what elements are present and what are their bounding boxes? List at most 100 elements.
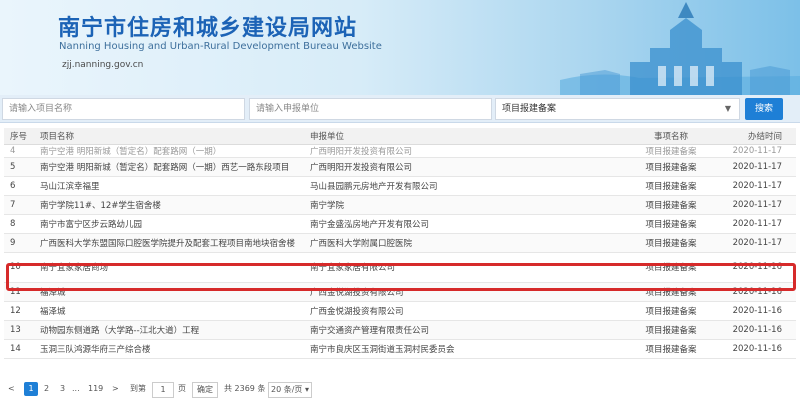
chevron-down-icon: ▼ xyxy=(724,104,731,113)
row-index: 8 xyxy=(4,214,36,234)
row-project-link[interactable]: 南宁学院11#、12#学生宿舍楼 xyxy=(36,195,306,215)
row-item-type: 项目报建备案 xyxy=(628,282,714,302)
row-item-type: 项目报建备案 xyxy=(628,233,714,253)
row-item-type: 项目报建备案 xyxy=(628,195,714,215)
declaring-unit-input[interactable]: 请输入申报单位 xyxy=(249,98,492,120)
landmark-building-illustration xyxy=(560,2,800,95)
row-unit: 广西明阳开发投资有限公司 xyxy=(306,157,628,177)
results-table: 序号 项目名称 申报单位 事项名称 办结时间 4 南宁空港 明阳新城（暂定名）配… xyxy=(4,128,796,359)
row-project-link[interactable]: 福泽城 xyxy=(36,282,306,302)
row-project-link[interactable]: 玉洞三队鸿源华府三产综合楼 xyxy=(36,339,306,359)
total-count: 共 2369 条 xyxy=(224,384,266,393)
row-date: 2020-11-17 xyxy=(714,144,796,158)
row-date: 2020-11-16 xyxy=(714,301,796,321)
prev-page-button[interactable]: < xyxy=(8,382,15,396)
item-type-select[interactable]: 项目报建备案 ▼ xyxy=(495,98,740,120)
page-button-1[interactable]: 1 xyxy=(24,382,38,396)
row-date: 2020-11-16 xyxy=(714,252,796,283)
row-unit: 南宁学院 xyxy=(306,195,628,215)
table-row[interactable]: 9 广西医科大学东盟国际口腔医学院提升及配套工程项目南地块宿舍楼 广西医科大学附… xyxy=(4,233,796,253)
row-project-link[interactable]: 南宁市富宁区步云路幼儿园 xyxy=(36,214,306,234)
page-button-last[interactable]: 119 xyxy=(88,382,103,396)
table-row[interactable]: 11 福泽城 广西金悦湖投资有限公司 项目报建备案 2020-11-16 xyxy=(4,282,796,302)
row-project-link[interactable]: 福泽城 xyxy=(36,301,306,321)
table-row[interactable]: 6 马山江滨幸福里 马山县园鹏元房地产开发有限公司 项目报建备案 2020-11… xyxy=(4,176,796,196)
row-unit: 南宁金盛泓房地产开发有限公司 xyxy=(306,214,628,234)
row-unit: 南宁宜家家居有限公司 xyxy=(306,252,628,283)
column-header-date: 办结时间 xyxy=(714,128,796,145)
row-index: 4 xyxy=(4,144,36,158)
row-index: 7 xyxy=(4,195,36,215)
row-project-link[interactable]: 南宁宜家家居商场 xyxy=(36,252,306,283)
column-header-project: 项目名称 xyxy=(36,128,306,145)
goto-label: 到第 xyxy=(130,384,146,393)
table-row[interactable]: 5 南宁空港 明阳新城（暂定名）配套路网（一期）西艺一路东段项目 广西明阳开发投… xyxy=(4,157,796,177)
next-page-button[interactable]: > xyxy=(112,382,119,396)
row-date: 2020-11-17 xyxy=(714,176,796,196)
row-date: 2020-11-16 xyxy=(714,339,796,359)
row-unit: 广西金悦湖投资有限公司 xyxy=(306,301,628,321)
table-row[interactable]: 8 南宁市富宁区步云路幼儿园 南宁金盛泓房地产开发有限公司 项目报建备案 202… xyxy=(4,214,796,234)
table-header-row: 序号 项目名称 申报单位 事项名称 办结时间 xyxy=(4,128,796,145)
row-unit: 马山县园鹏元房地产开发有限公司 xyxy=(306,176,628,196)
site-header-banner: 南宁市住房和城乡建设局网站 Nanning Housing and Urban-… xyxy=(0,0,800,95)
page-unit-label: 页 xyxy=(178,384,186,393)
item-type-selected-value: 项目报建备案 xyxy=(502,104,557,114)
row-item-type: 项目报建备案 xyxy=(628,214,714,234)
search-button[interactable]: 搜索 xyxy=(745,98,783,120)
row-index: 6 xyxy=(4,176,36,196)
row-index: 5 xyxy=(4,157,36,177)
row-item-type: 项目报建备案 xyxy=(628,301,714,321)
row-date: 2020-11-16 xyxy=(714,282,796,302)
table-row[interactable]: 14 玉洞三队鸿源华府三产综合楼 南宁市良庆区玉洞街道玉洞村民委员会 项目报建备… xyxy=(4,339,796,359)
table-row[interactable]: 12 福泽城 广西金悦湖投资有限公司 项目报建备案 2020-11-16 xyxy=(4,301,796,321)
row-date: 2020-11-17 xyxy=(714,157,796,177)
row-item-type: 项目报建备案 xyxy=(628,176,714,196)
row-unit: 广西医科大学附属口腔医院 xyxy=(306,233,628,253)
row-index: 9 xyxy=(4,233,36,253)
row-item-type: 项目报建备案 xyxy=(628,320,714,340)
row-unit: 南宁交通资产管理有限责任公司 xyxy=(306,320,628,340)
goto-page-input[interactable]: 1 xyxy=(152,382,174,398)
pagination: < 1 2 3 ... 119 > 到第 1 页 确定 共 2369 条 20 … xyxy=(0,380,800,398)
site-domain: zjj.nanning.gov.cn xyxy=(62,60,144,70)
row-index: 11 xyxy=(4,282,36,302)
column-header-item: 事项名称 xyxy=(628,128,714,145)
page-size-value: 20 条/页 xyxy=(271,385,303,394)
row-item-type: 项目报建备案 xyxy=(628,144,714,158)
row-date: 2020-11-17 xyxy=(714,233,796,253)
row-project-link[interactable]: 马山江滨幸福里 xyxy=(36,176,306,196)
search-bar: 请输入项目名称 请输入申报单位 项目报建备案 ▼ 搜索 xyxy=(0,95,800,123)
row-unit: 广西明阳开发投资有限公司 xyxy=(306,144,628,158)
page-button-3[interactable]: 3 xyxy=(60,382,65,396)
row-project-link[interactable]: 动物园东侧道路（大学路--江北大道）工程 xyxy=(36,320,306,340)
row-index: 14 xyxy=(4,339,36,359)
column-header-index: 序号 xyxy=(4,128,36,145)
page-button-2[interactable]: 2 xyxy=(44,382,49,396)
row-item-type: 项目报建备案 xyxy=(628,157,714,177)
row-project-link[interactable]: 南宁空港 明阳新城（暂定名）配套路网（一期）西艺一路东段项目 xyxy=(36,157,306,177)
site-title-english: Nanning Housing and Urban-Rural Developm… xyxy=(59,41,382,52)
column-header-unit: 申报单位 xyxy=(306,128,628,145)
page-size-select[interactable]: 20 条/页 ▾ xyxy=(268,382,312,398)
table-row-highlighted[interactable]: 10 南宁宜家家居商场 南宁宜家家居有限公司 项目报建备案 2020-11-16 xyxy=(4,252,796,283)
row-date: 2020-11-17 xyxy=(714,195,796,215)
row-item-type: 项目报建备案 xyxy=(628,339,714,359)
table-row[interactable]: 4 南宁空港 明阳新城（暂定名）配套路网（一期） 广西明阳开发投资有限公司 项目… xyxy=(4,144,796,158)
table-row[interactable]: 7 南宁学院11#、12#学生宿舍楼 南宁学院 项目报建备案 2020-11-1… xyxy=(4,195,796,215)
caret-down-icon: ▾ xyxy=(304,385,309,394)
pagination-ellipsis: ... xyxy=(72,384,80,393)
row-project-link[interactable]: 广西医科大学东盟国际口腔医学院提升及配套工程项目南地块宿舍楼 xyxy=(36,233,306,253)
row-index: 12 xyxy=(4,301,36,321)
confirm-button[interactable]: 确定 xyxy=(192,382,218,398)
project-name-input[interactable]: 请输入项目名称 xyxy=(2,98,245,120)
row-unit: 广西金悦湖投资有限公司 xyxy=(306,282,628,302)
table-row[interactable]: 13 动物园东侧道路（大学路--江北大道）工程 南宁交通资产管理有限责任公司 项… xyxy=(4,320,796,340)
row-unit: 南宁市良庆区玉洞街道玉洞村民委员会 xyxy=(306,339,628,359)
row-item-type: 项目报建备案 xyxy=(628,252,714,283)
row-index: 10 xyxy=(4,252,36,283)
row-date: 2020-11-16 xyxy=(714,320,796,340)
row-project-link[interactable]: 南宁空港 明阳新城（暂定名）配套路网（一期） xyxy=(36,144,306,158)
row-date: 2020-11-17 xyxy=(714,214,796,234)
site-title: 南宁市住房和城乡建设局网站 xyxy=(58,16,358,41)
